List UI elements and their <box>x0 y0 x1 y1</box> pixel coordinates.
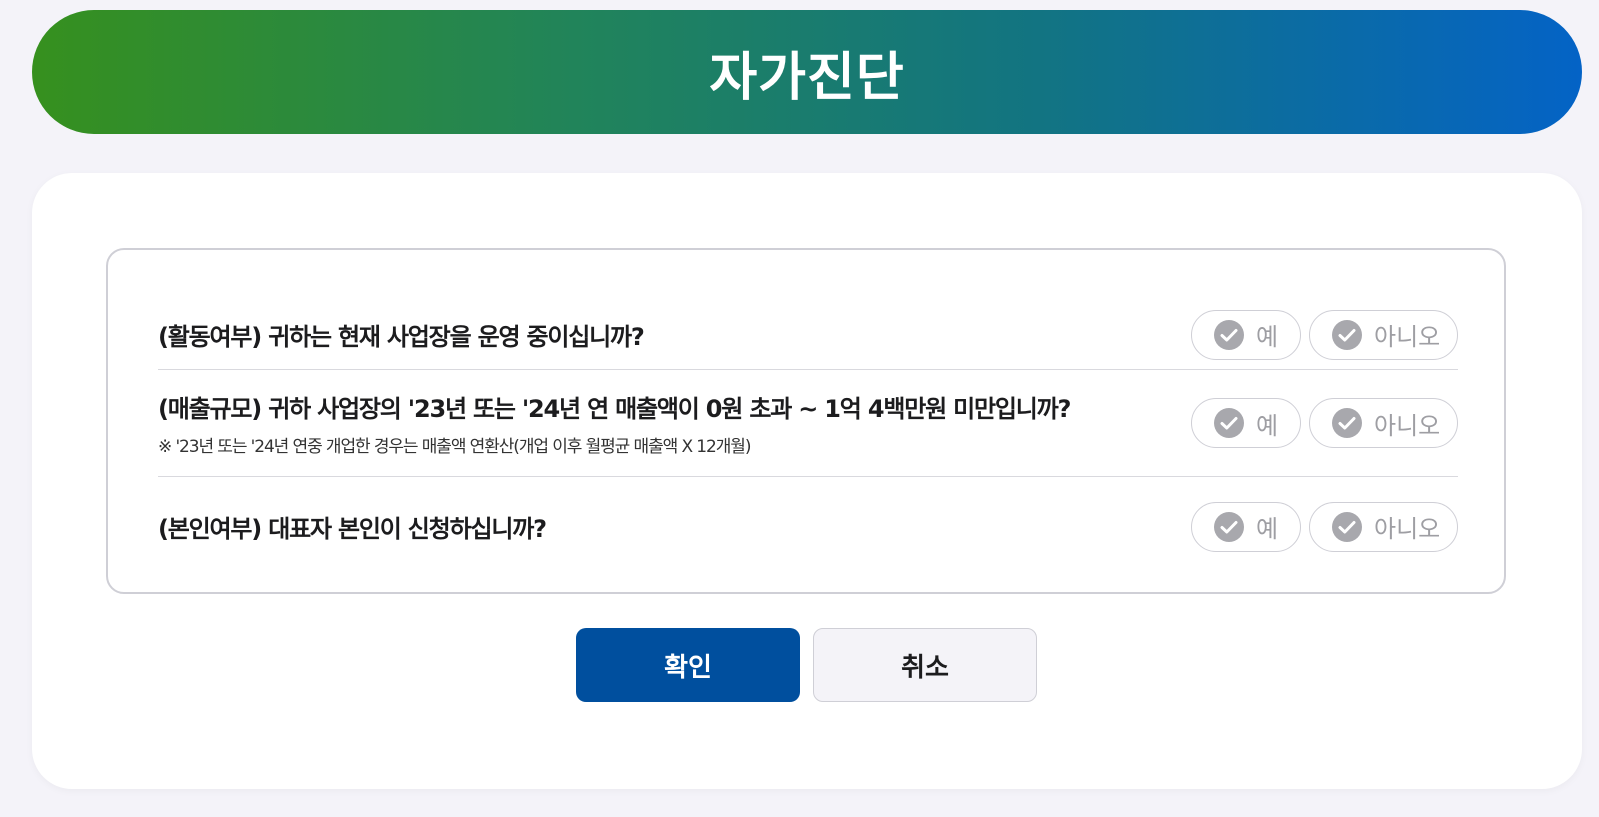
check-circle-icon <box>1332 408 1362 438</box>
answer-no-button[interactable]: 아니오 <box>1309 309 1458 360</box>
answer-options: 예 아니오 <box>1191 309 1458 360</box>
answer-yes-label: 예 <box>1256 411 1279 440</box>
answer-no-button[interactable]: 아니오 <box>1309 398 1458 448</box>
page-header: 자가진단 <box>32 10 1582 134</box>
question-list: (활동여부) 귀하는 현재 사업장을 운영 중이십니까? 예 아니오 (매출규모… <box>106 248 1506 594</box>
check-circle-icon <box>1214 319 1244 350</box>
question-text-block: (매출규모) 귀하 사업장의 '23년 또는 '24년 연 매출액이 0원 초과… <box>158 389 1191 457</box>
answer-yes-button[interactable]: 예 <box>1191 309 1301 360</box>
question-note: ※ '23년 또는 '24년 연중 개업한 경우는 매출액 연환산(개업 이후 … <box>158 437 751 457</box>
check-circle-icon <box>1214 511 1244 542</box>
answer-no-label: 아니오 <box>1374 323 1441 351</box>
question-text: (매출규모) 귀하 사업장의 '23년 또는 '24년 연 매출액이 0원 초과… <box>158 395 1071 423</box>
self-diagnosis-card: (활동여부) 귀하는 현재 사업장을 운영 중이십니까? 예 아니오 (매출규모… <box>32 173 1582 789</box>
check-circle-icon <box>1332 319 1362 350</box>
cancel-button[interactable]: 취소 <box>813 628 1037 702</box>
question-row-activity: (활동여부) 귀하는 현재 사업장을 운영 중이십니까? 예 아니오 <box>158 300 1458 370</box>
question-row-sales: (매출규모) 귀하 사업장의 '23년 또는 '24년 연 매출액이 0원 초과… <box>158 370 1458 477</box>
question-text-block: (활동여부) 귀하는 현재 사업장을 운영 중이십니까? <box>158 317 1191 352</box>
confirm-button[interactable]: 확인 <box>576 628 800 702</box>
question-row-identity: (본인여부) 대표자 본인이 신청하십니까? 예 아니오 <box>158 477 1458 576</box>
check-circle-icon <box>1214 408 1244 438</box>
answer-options: 예 아니오 <box>1191 501 1458 552</box>
answer-yes-button[interactable]: 예 <box>1191 501 1301 552</box>
answer-yes-button[interactable]: 예 <box>1191 398 1301 448</box>
answer-no-label: 아니오 <box>1374 515 1441 543</box>
answer-yes-label: 예 <box>1256 323 1279 351</box>
check-circle-icon <box>1332 511 1362 542</box>
answer-no-label: 아니오 <box>1374 411 1441 440</box>
answer-no-button[interactable]: 아니오 <box>1309 501 1458 552</box>
page-title: 자가진단 <box>709 47 905 108</box>
answer-options: 예 아니오 <box>1191 398 1458 448</box>
question-text: (활동여부) 귀하는 현재 사업장을 운영 중이십니까? <box>158 323 645 351</box>
question-text: (본인여부) 대표자 본인이 신청하십니까? <box>158 515 547 543</box>
answer-yes-label: 예 <box>1256 515 1279 543</box>
question-text-block: (본인여부) 대표자 본인이 신청하십니까? <box>158 509 1191 544</box>
